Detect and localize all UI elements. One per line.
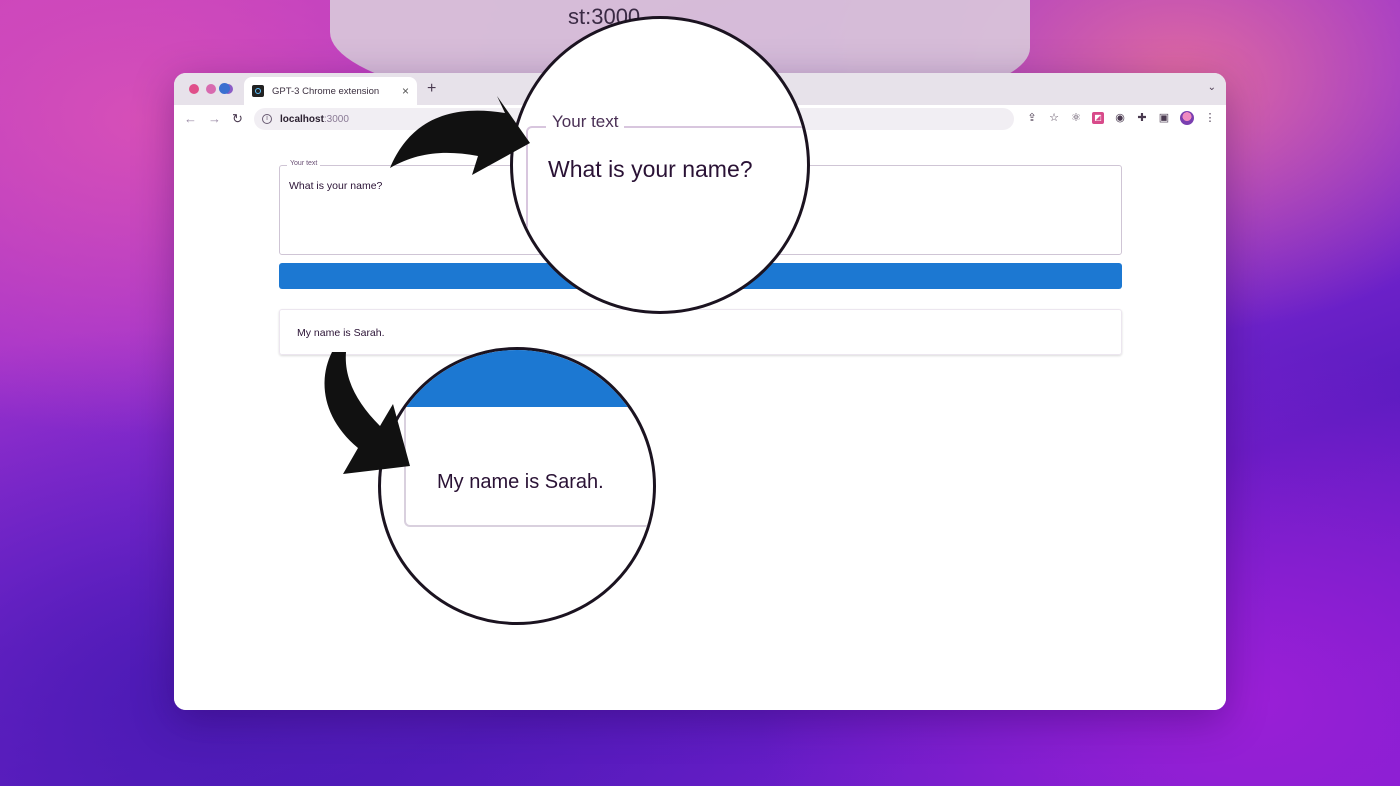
reload-button[interactable]: ↻ (232, 111, 243, 127)
magnifier-result: My name is Sarah. (378, 347, 656, 625)
result-card: My name is Sarah. (279, 309, 1122, 355)
minimize-window-button[interactable] (206, 84, 216, 94)
sidepanel-icon[interactable]: ▣ (1158, 112, 1170, 124)
toolbar-icons: ⇪ ☆ ⚛ ◩ ◉ ✚ ▣ ⋮ (1026, 111, 1216, 125)
close-tab-icon[interactable]: × (402, 84, 409, 98)
back-button[interactable]: ← (184, 111, 197, 126)
close-window-button[interactable] (189, 84, 199, 94)
url-text: localhost:3000 (280, 114, 349, 125)
puzzle-icon[interactable]: ✚ (1136, 112, 1148, 124)
url-port: :3000 (323, 113, 349, 125)
new-tab-button[interactable]: + (427, 80, 436, 98)
zoomed-input-value: What is your name? (548, 156, 753, 182)
extension-icon[interactable]: ⚛ (1070, 112, 1082, 124)
react-favicon-icon (252, 85, 264, 97)
magnifier-input: Your text What is your name? (510, 16, 810, 314)
zoomed-submit-button (381, 350, 653, 407)
zoomed-result-text: My name is Sarah. (437, 471, 604, 493)
tab-gpt3-extension[interactable]: GPT-3 Chrome extension × (244, 77, 417, 105)
star-icon[interactable]: ☆ (1048, 112, 1060, 124)
pink-extension-icon[interactable]: ◩ (1092, 112, 1104, 124)
text-input-label: Your text (287, 160, 321, 167)
zoomed-input-label: Your text (546, 112, 625, 132)
more-icon[interactable]: ⋮ (1204, 112, 1216, 124)
zoomed-result-card (404, 407, 653, 527)
react-devtools-icon (219, 83, 230, 94)
share-icon[interactable]: ⇪ (1026, 112, 1038, 124)
forward-button[interactable]: → (208, 111, 221, 126)
url-host: localhost (280, 113, 324, 125)
text-input-value[interactable]: What is your name? (289, 180, 382, 192)
tab-search-chevron-icon[interactable]: ⌄ (1208, 82, 1216, 93)
result-text: My name is Sarah. (297, 327, 385, 339)
zoomed-input-border (526, 126, 807, 311)
tab-title: GPT-3 Chrome extension (272, 85, 380, 97)
site-info-icon[interactable]: i (262, 114, 272, 124)
avatar[interactable] (1180, 111, 1194, 125)
globe-icon[interactable]: ◉ (1114, 112, 1126, 124)
